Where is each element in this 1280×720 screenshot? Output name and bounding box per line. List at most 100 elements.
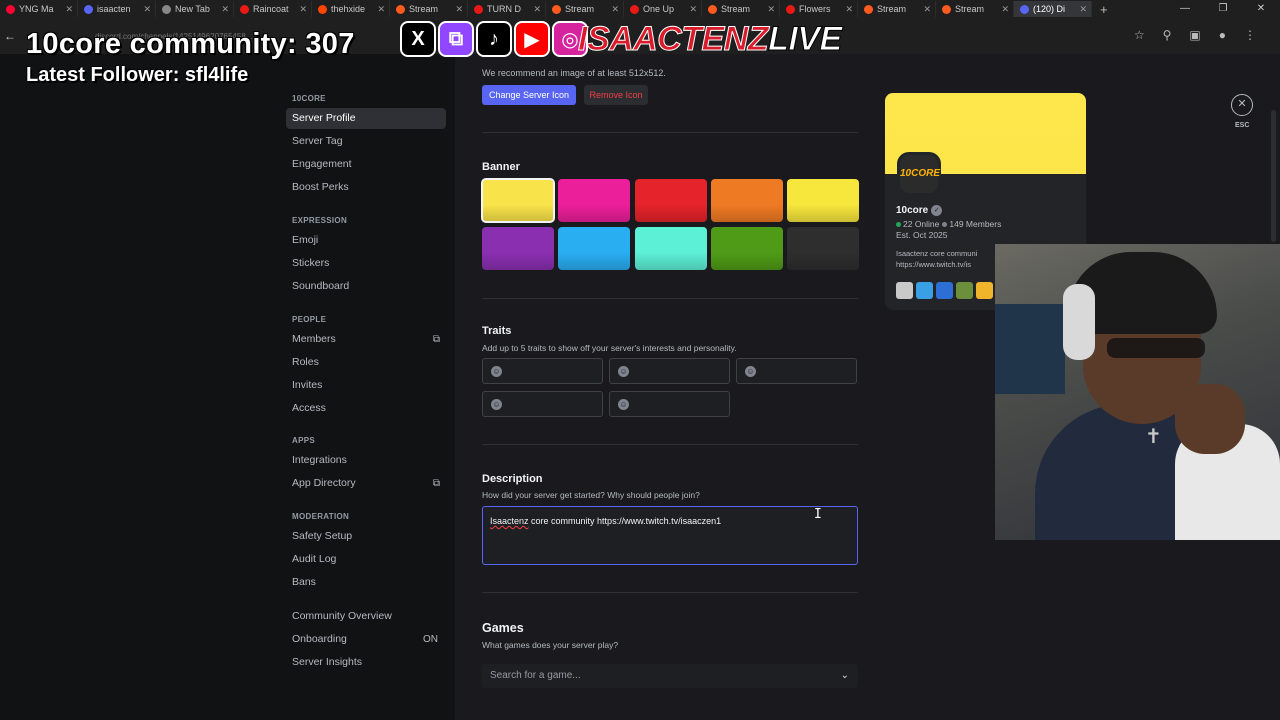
browser-tab[interactable]: Raincoat ✕ bbox=[234, 1, 312, 17]
close-settings-button[interactable]: ✕ bbox=[1231, 94, 1253, 116]
emoji-picker-icon[interactable]: ☺ bbox=[745, 366, 756, 377]
sidebar-item-access[interactable]: Access bbox=[286, 398, 446, 419]
tab-close-icon[interactable]: ✕ bbox=[767, 4, 775, 15]
tab-close-icon[interactable]: ✕ bbox=[923, 4, 931, 15]
tab-close-icon[interactable]: ✕ bbox=[65, 4, 73, 15]
tab-close-icon[interactable]: ✕ bbox=[689, 4, 697, 15]
tab-close-icon[interactable]: ✕ bbox=[377, 4, 385, 15]
browser-tab[interactable]: Stream ✕ bbox=[702, 1, 780, 17]
browser-tab[interactable]: New Tab ✕ bbox=[156, 1, 234, 17]
banner-color-swatch[interactable] bbox=[787, 179, 860, 222]
browser-tab[interactable]: thehxide ✕ bbox=[312, 1, 390, 17]
browser-tab[interactable]: Stream ✕ bbox=[858, 1, 936, 17]
sidebar-item-stickers[interactable]: Stickers bbox=[286, 253, 446, 274]
sidebar-icon[interactable]: ▣ bbox=[1189, 28, 1200, 42]
tab-close-icon[interactable]: ✕ bbox=[533, 4, 541, 15]
emoji-picker-icon[interactable]: ☺ bbox=[618, 399, 629, 410]
trait-input[interactable]: ☺ bbox=[609, 391, 730, 417]
sidebar-item-members[interactable]: Members ⧉ bbox=[286, 329, 446, 350]
sidebar-item-app-directory[interactable]: App Directory ⧉ bbox=[286, 473, 446, 494]
sidebar-item-roles[interactable]: Roles bbox=[286, 352, 446, 373]
browser-tab[interactable]: isaacten ✕ bbox=[78, 1, 156, 17]
browser-tab[interactable]: Flowers ✕ bbox=[780, 1, 858, 17]
browser-tab[interactable]: Stream ✕ bbox=[936, 1, 1014, 17]
browser-tab[interactable]: Stream ✕ bbox=[546, 1, 624, 17]
banner-color-swatch[interactable] bbox=[710, 227, 783, 270]
trait-input[interactable]: ☺ bbox=[482, 391, 603, 417]
browser-tab[interactable]: One Up ✕ bbox=[624, 1, 702, 17]
banner-color-swatch[interactable] bbox=[481, 178, 555, 223]
browser-tab[interactable]: Stream ✕ bbox=[390, 1, 468, 17]
minimize-icon[interactable]: — bbox=[1166, 0, 1204, 18]
sidebar-item-server-tag[interactable]: Server Tag bbox=[286, 131, 446, 152]
preview-established: Est. Oct 2025 bbox=[896, 230, 948, 240]
sidebar-item-emoji[interactable]: Emoji bbox=[286, 230, 446, 251]
sidebar-item-integrations[interactable]: Integrations bbox=[286, 450, 446, 471]
tab-close-icon[interactable]: ✕ bbox=[143, 4, 151, 15]
emoji-picker-icon[interactable]: ☺ bbox=[618, 366, 629, 377]
streamer-brand: ISAACTENZLIVE bbox=[577, 20, 842, 59]
tab-close-icon[interactable]: ✕ bbox=[611, 4, 619, 15]
sidebar-item-server-profile[interactable]: Server Profile bbox=[286, 108, 446, 129]
sidebar-item-engagement[interactable]: Engagement bbox=[286, 154, 446, 175]
emoji-picker-icon[interactable]: ☺ bbox=[491, 366, 502, 377]
preview-online: 22 Online bbox=[903, 219, 940, 229]
sidebar-item-boost-perks[interactable]: Boost Perks bbox=[286, 177, 446, 198]
profile-icon[interactable]: ● bbox=[1219, 28, 1226, 42]
bookmark-star-icon[interactable]: ☆ bbox=[1134, 28, 1145, 42]
sidebar-item-soundboard[interactable]: Soundboard bbox=[286, 276, 446, 297]
banner-title: Banner bbox=[482, 161, 520, 173]
back-arrow-icon[interactable]: ← bbox=[4, 29, 24, 43]
tab-close-icon[interactable]: ✕ bbox=[299, 4, 307, 15]
verified-badge-icon: ✓ bbox=[931, 205, 943, 216]
trait-input[interactable]: ☺ bbox=[736, 358, 857, 384]
preview-server-name-text: 10core bbox=[896, 205, 929, 217]
banner-color-swatch[interactable] bbox=[634, 179, 707, 222]
tab-close-icon[interactable]: ✕ bbox=[455, 4, 463, 15]
menu-dots-icon[interactable]: ⋮ bbox=[1244, 28, 1256, 42]
extension-icon[interactable]: ⚲ bbox=[1163, 28, 1172, 42]
sidebar-item-onboarding[interactable]: Onboarding ON bbox=[286, 629, 446, 650]
remove-icon-button[interactable]: Remove Icon bbox=[584, 85, 648, 105]
change-server-icon-button[interactable]: Change Server Icon bbox=[482, 85, 576, 105]
sidebar-group-label: 10CORE bbox=[292, 94, 326, 103]
preview-emote-icon bbox=[956, 282, 973, 299]
banner-color-swatch[interactable] bbox=[787, 227, 860, 270]
sidebar-item-bans[interactable]: Bans bbox=[286, 572, 446, 593]
scrollbar[interactable] bbox=[1271, 110, 1276, 242]
banner-color-swatch[interactable] bbox=[558, 179, 631, 222]
tab-close-icon[interactable]: ✕ bbox=[1001, 4, 1009, 15]
description-textarea[interactable]: Isaactenz core community https://www.twi… bbox=[482, 506, 858, 565]
close-window-icon[interactable]: ✕ bbox=[1242, 0, 1280, 18]
tab-favicon-icon bbox=[318, 4, 327, 14]
tab-favicon-icon bbox=[864, 4, 873, 14]
tab-favicon-icon bbox=[552, 4, 561, 14]
trait-input[interactable]: ☺ bbox=[482, 358, 603, 384]
sidebar-item-community-overview[interactable]: Community Overview bbox=[286, 606, 446, 627]
game-search-select[interactable]: Search for a game... ⌄ bbox=[482, 664, 858, 688]
banner-color-swatch[interactable] bbox=[634, 227, 707, 270]
new-tab-button[interactable]: + bbox=[1092, 2, 1116, 17]
sidebar-item-server-insights[interactable]: Server Insights bbox=[286, 652, 446, 673]
sidebar-item-invites[interactable]: Invites bbox=[286, 375, 446, 396]
trait-input[interactable]: ☺ bbox=[609, 358, 730, 384]
tab-close-icon[interactable]: ✕ bbox=[221, 4, 229, 15]
tab-title: One Up bbox=[643, 4, 675, 14]
browser-tab[interactable]: TURN D ✕ bbox=[468, 1, 546, 17]
banner-color-swatch[interactable] bbox=[558, 227, 631, 270]
tab-favicon-icon bbox=[474, 4, 483, 14]
sidebar-item-safety-setup[interactable]: Safety Setup bbox=[286, 526, 446, 547]
tab-close-icon[interactable]: ✕ bbox=[1079, 4, 1087, 15]
banner-color-swatch[interactable] bbox=[482, 227, 554, 270]
browser-tab-bar: YNG Ma ✕ isaacten ✕ New Tab ✕ Raincoat ✕ thehxid… bbox=[0, 0, 1280, 18]
sidebar-item-audit-log[interactable]: Audit Log bbox=[286, 549, 446, 570]
browser-tab[interactable]: (120) Di ✕ bbox=[1014, 1, 1092, 17]
browser-tab[interactable]: YNG Ma ✕ bbox=[0, 1, 78, 17]
external-link-icon: ⧉ bbox=[432, 478, 440, 489]
tab-close-icon[interactable]: ✕ bbox=[845, 4, 853, 15]
emoji-picker-icon[interactable]: ☺ bbox=[491, 399, 502, 410]
tab-favicon-icon bbox=[240, 4, 249, 14]
maximize-icon[interactable]: ❐ bbox=[1204, 0, 1242, 18]
youtube-icon: ▶ bbox=[514, 21, 550, 57]
banner-color-swatch[interactable] bbox=[710, 179, 783, 222]
